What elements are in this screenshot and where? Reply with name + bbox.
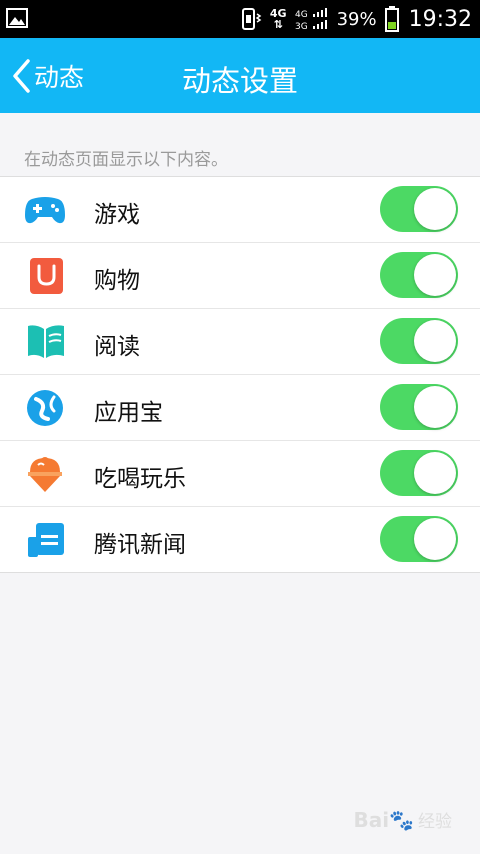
item-label: 购物 [94, 268, 140, 294]
battery-percent: 39% [336, 8, 377, 30]
toggle-switch[interactable] [380, 516, 458, 562]
data-arrows-icon: ⇅ [273, 18, 283, 31]
item-label: 应用宝 [94, 400, 163, 426]
toggle-knob [414, 320, 456, 362]
toggle-knob [414, 254, 456, 296]
baidu-watermark: Bai 🐾 经验 [353, 807, 452, 833]
section-hint: 在动态页面显示以下内容。 [24, 150, 228, 170]
toggle-knob [414, 386, 456, 428]
paw-icon: 🐾 [389, 807, 414, 832]
status-icons: 4G ⇅ 4G 3G 39% 19:32 [240, 0, 472, 38]
list-item-tencent-news: 腾讯新闻 [0, 507, 480, 572]
list-item-reading: 阅读 [0, 309, 480, 375]
list-item-app-store: 应用宝 [0, 375, 480, 441]
toggle-switch[interactable] [380, 186, 458, 232]
ice-cream-icon [28, 457, 62, 492]
status-bar: 4G ⇅ 4G 3G 39% 19:32 [0, 0, 480, 38]
feed-settings-list: 游戏 购物 阅读 应用宝 吃喝玩乐 腾讯新闻 [0, 176, 480, 573]
gamepad-icon [25, 197, 65, 224]
toggle-switch[interactable] [380, 384, 458, 430]
app-header: 动态 动态设置 [0, 38, 480, 113]
toggle-switch[interactable] [380, 252, 458, 298]
network-indicator: 4G ⇅ [270, 8, 287, 30]
gallery-icon [6, 8, 28, 28]
book-icon [28, 325, 64, 358]
toggle-knob [414, 518, 456, 560]
signal-icon: 4G 3G [295, 8, 327, 31]
signal-4g-label: 4G [295, 10, 308, 20]
list-item-food-fun: 吃喝玩乐 [0, 441, 480, 507]
item-label: 腾讯新闻 [94, 532, 186, 558]
item-label: 游戏 [94, 202, 140, 228]
page-title: 动态设置 [181, 64, 298, 98]
clock: 19:32 [408, 6, 472, 32]
battery-icon [384, 6, 399, 32]
watermark-text: 经验 [418, 812, 452, 832]
app-store-icon [27, 390, 63, 426]
toggle-switch[interactable] [380, 318, 458, 364]
news-icon [28, 523, 64, 557]
shopping-bag-icon [30, 258, 63, 294]
item-label: 吃喝玩乐 [94, 466, 186, 492]
list-item-games: 游戏 [0, 177, 480, 243]
vibrate-phone-icon [241, 8, 262, 30]
toggle-switch[interactable] [380, 450, 458, 496]
signal-3g-label: 3G [295, 22, 308, 31]
toggle-knob [414, 452, 456, 494]
watermark-logo: Bai [353, 807, 390, 832]
list-item-shopping: 购物 [0, 243, 480, 309]
toggle-knob [414, 188, 456, 230]
item-label: 阅读 [94, 334, 140, 360]
